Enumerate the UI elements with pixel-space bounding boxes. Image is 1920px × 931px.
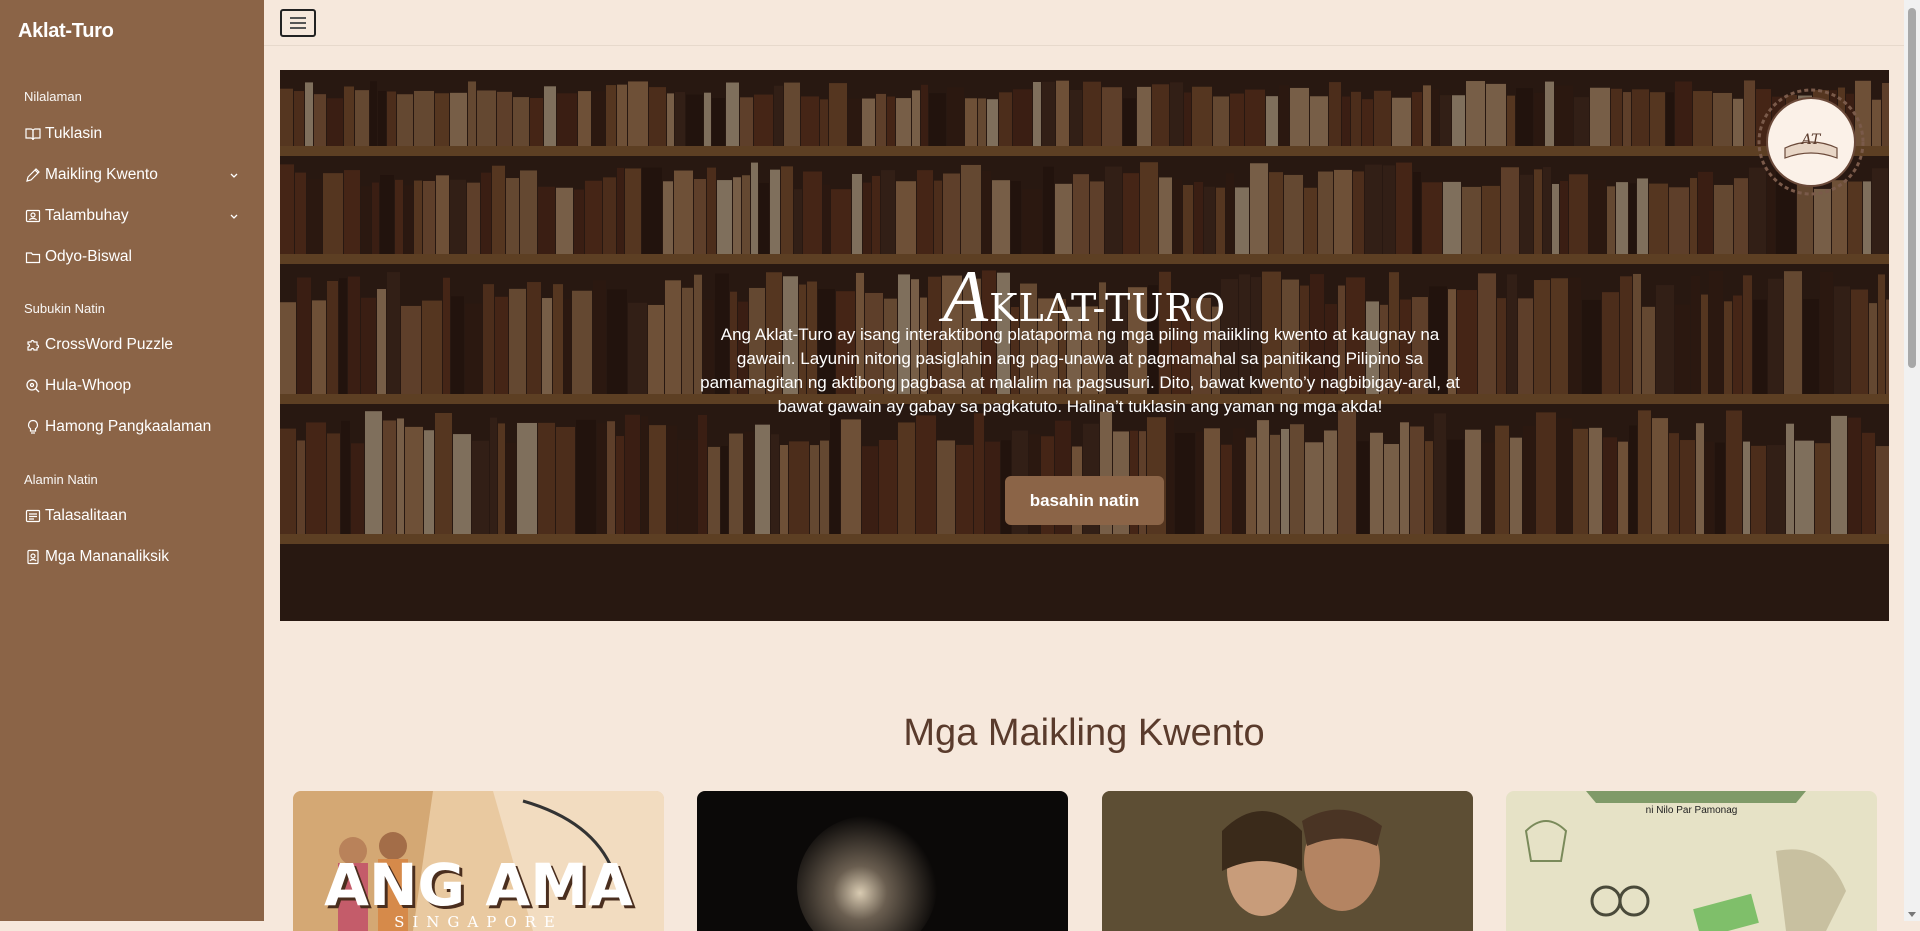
sidebar-item-talambuhay[interactable]: Talambuhay bbox=[24, 201, 248, 231]
card-art-subtitle: SINGAPORE bbox=[394, 913, 563, 931]
nav-heading-alamin-natin: Alamin Natin bbox=[24, 472, 98, 487]
page-scrollbar[interactable] bbox=[1904, 0, 1920, 921]
nav-heading-subukin-natin: Subukin Natin bbox=[24, 301, 105, 316]
chevron-down-icon[interactable] bbox=[228, 169, 240, 181]
card-image bbox=[1102, 791, 1473, 931]
card-art-author: ni Nilo Par Pamonag bbox=[1645, 805, 1738, 816]
hero-description: Ang Aklat-Turo ay isang interaktibong pl… bbox=[700, 325, 1460, 416]
sidebar-item-tuklasin[interactable]: Tuklasin bbox=[24, 119, 248, 149]
pencil-icon bbox=[24, 166, 42, 184]
sidebar-item-hula-whoop[interactable]: Hula-Whoop bbox=[24, 371, 248, 401]
sidebar-item-maikling-kwento[interactable]: Maikling Kwento bbox=[24, 160, 248, 190]
read-now-button[interactable]: basahin natin bbox=[1005, 476, 1164, 525]
aklat-turo-logo: AT bbox=[1757, 88, 1865, 196]
top-bar bbox=[264, 0, 1904, 46]
story-card[interactable] bbox=[1102, 791, 1473, 931]
sidebar-item-hamong-pangkaalaman[interactable]: Hamong Pangkaalaman bbox=[24, 412, 248, 442]
sidebar-item-label: Maikling Kwento bbox=[45, 166, 158, 183]
magnifier-icon bbox=[24, 377, 42, 395]
sidebar-item-talasalitaan[interactable]: Talasalitaan bbox=[24, 501, 248, 531]
chevron-down-icon[interactable] bbox=[228, 210, 240, 222]
sidebar-item-mga-mananaliksik[interactable]: Mga Mananaliksik bbox=[24, 542, 248, 572]
person-card-icon bbox=[24, 207, 42, 225]
story-card[interactable]: ANG AMA SINGAPORE bbox=[293, 791, 664, 931]
story-card[interactable]: ni Nilo Par Pamonag bbox=[1506, 791, 1877, 931]
id-badge-icon bbox=[24, 548, 42, 566]
brand-title[interactable]: Aklat-Turo bbox=[18, 20, 114, 43]
lightbulb-icon bbox=[24, 418, 42, 436]
scrollbar-thumb[interactable] bbox=[1908, 8, 1916, 368]
sidebar-item-label: Talasalitaan bbox=[45, 507, 127, 524]
sidebar-item-label: Hamong Pangkaalaman bbox=[45, 418, 212, 435]
sidebar-item-label: Mga Mananaliksik bbox=[45, 548, 170, 565]
sidebar-item-label: Hula-Whoop bbox=[45, 377, 132, 394]
sidebar-item-label: Talambuhay bbox=[45, 207, 129, 224]
sidebar-item-label: CrossWord Puzzle bbox=[45, 336, 174, 353]
list-icon bbox=[24, 507, 42, 525]
svg-text:AT: AT bbox=[1800, 132, 1822, 148]
sidebar-item-odyo-biswal[interactable]: Odyo-Biswal bbox=[24, 242, 248, 272]
section-title: Mga Maikling Kwento bbox=[903, 712, 1265, 754]
scroll-down-arrow-icon[interactable] bbox=[1908, 912, 1916, 917]
sidebar-item-label: Tuklasin bbox=[45, 125, 103, 142]
nav-heading-nilalaman: Nilalaman bbox=[24, 89, 82, 104]
sidebar-item-crossword-puzzle[interactable]: CrossWord Puzzle bbox=[24, 330, 248, 360]
card-art-title: ANG AMA bbox=[324, 851, 633, 919]
book-open-icon bbox=[24, 125, 42, 143]
hero-banner: AT AKLAT-TURO Ang Aklat-Turo ay isang in… bbox=[280, 70, 1889, 621]
sidebar: Aklat-Turo Nilalaman Tuklasin Maikling K… bbox=[0, 0, 264, 921]
folder-icon bbox=[24, 248, 42, 266]
hamburger-menu-icon[interactable] bbox=[280, 9, 316, 37]
story-card[interactable] bbox=[697, 791, 1068, 931]
puzzle-icon bbox=[24, 336, 42, 354]
sidebar-item-label: Odyo-Biswal bbox=[45, 248, 132, 265]
card-image bbox=[697, 791, 1068, 931]
